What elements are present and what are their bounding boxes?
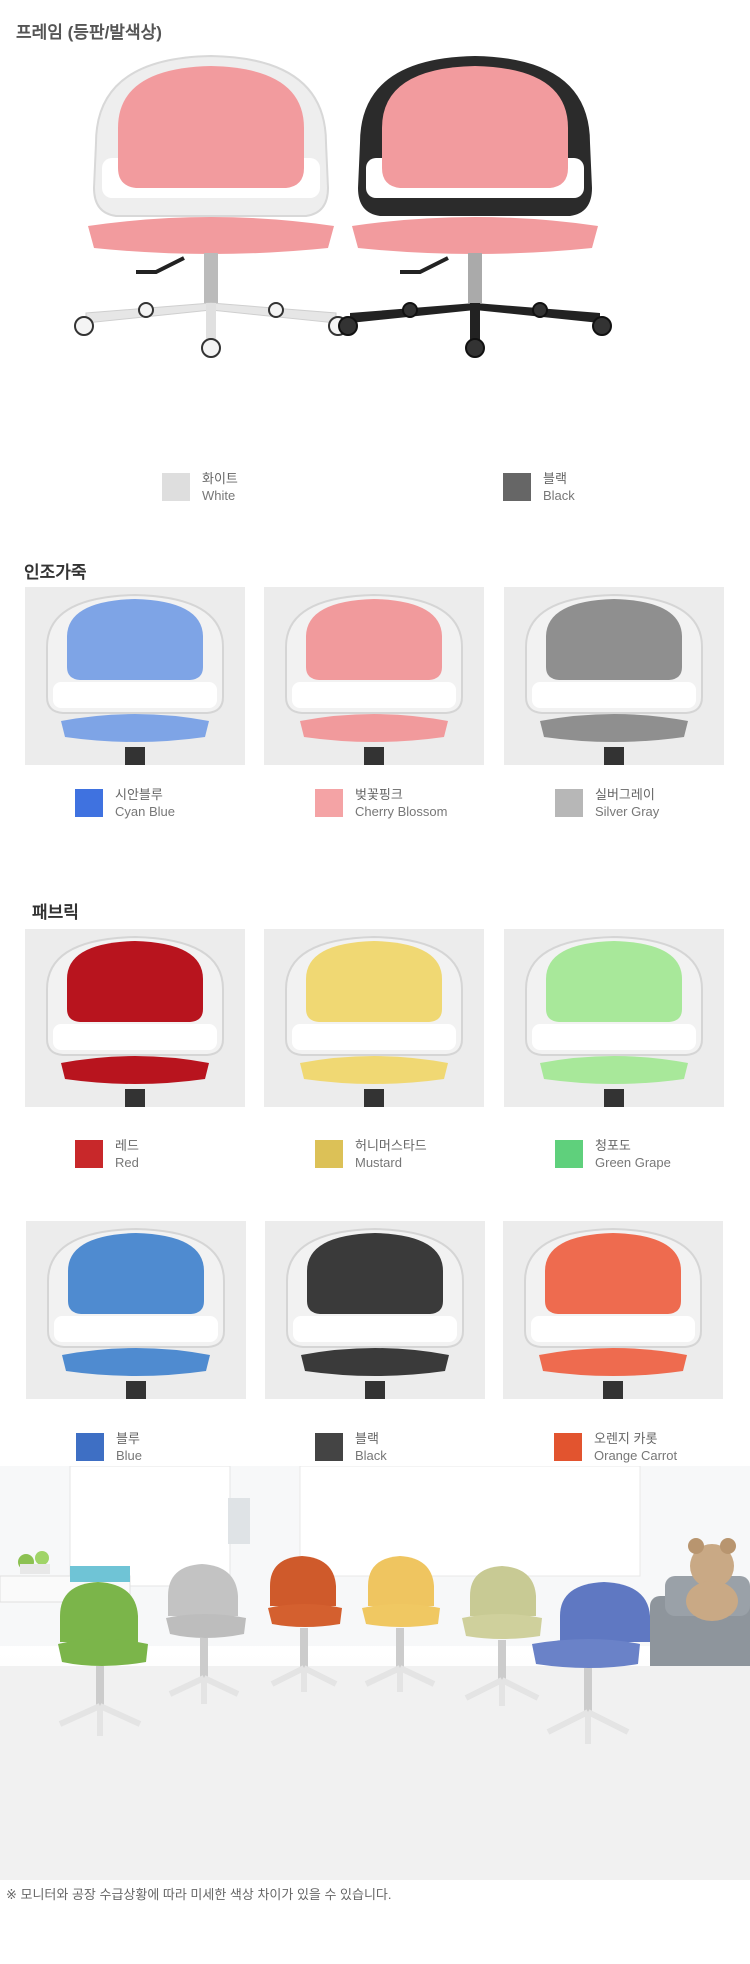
color-swatch-white <box>162 473 190 501</box>
color-swatch-orange-carrot <box>554 1433 582 1461</box>
option-label-en: Orange Carrot <box>594 1448 678 1463</box>
fabric-section-title: 패브릭 <box>32 903 79 922</box>
fabric-option-orange-carrot[interactable]: 오렌지 카롯 Orange Carrot <box>554 1430 677 1464</box>
chair-green-grape-image <box>525 935 703 1107</box>
color-swatch-black <box>315 1433 343 1461</box>
option-label-ko: 허니머스타드 <box>355 1138 427 1153</box>
leather-option-cherry-blossom[interactable]: 벚꽃핑크 Cherry Blossom <box>315 786 447 820</box>
leather-option-silver-gray[interactable]: 실버그레이 Silver Gray <box>555 786 659 820</box>
chair-cherry-blossom-image <box>285 593 463 765</box>
leather-section-title: 인조가죽 <box>24 563 87 582</box>
color-swatch-blue <box>76 1433 104 1461</box>
chair-black-image <box>286 1227 464 1399</box>
option-label-en: Black <box>543 488 575 503</box>
chair-red-image <box>46 935 224 1107</box>
option-label-ko: 화이트 <box>202 471 238 486</box>
fabric-option-green-grape[interactable]: 청포도 Green Grape <box>555 1137 671 1171</box>
footnote-text: ※ 모니터와 공장 수급상황에 따라 미세한 색상 차이가 있을 수 있습니다. <box>6 1887 392 1902</box>
color-swatch-green-grape <box>555 1140 583 1168</box>
fabric-tile-mustard[interactable] <box>264 929 484 1107</box>
chair-blue-image <box>47 1227 225 1399</box>
option-label-ko: 블랙 <box>543 471 567 486</box>
option-label-en: Black <box>355 1448 387 1463</box>
fabric-option-mustard[interactable]: 허니머스타드 Mustard <box>315 1137 427 1171</box>
chair-black-frame-image <box>338 56 612 358</box>
chair-white-frame-image <box>74 54 348 358</box>
lifestyle-room-photo <box>0 1466 750 1880</box>
option-label-ko: 오렌지 카롯 <box>594 1431 658 1446</box>
room-scene-illustration <box>0 1466 750 1880</box>
leather-tile-cyan-blue[interactable] <box>25 587 245 765</box>
color-swatch-silver-gray <box>555 789 583 817</box>
fabric-option-black[interactable]: 블랙 Black <box>315 1430 387 1464</box>
color-swatch-red <box>75 1140 103 1168</box>
leather-tile-cherry-blossom[interactable] <box>264 587 484 765</box>
fabric-tile-red[interactable] <box>25 929 245 1107</box>
frame-option-black[interactable]: 블랙 Black <box>503 470 575 504</box>
option-label-ko: 벚꽃핑크 <box>355 787 403 802</box>
frame-section-title: 프레임 (등판/발색상) <box>16 23 162 42</box>
option-label-ko: 실버그레이 <box>595 787 655 802</box>
option-label-ko: 레드 <box>115 1138 139 1153</box>
chair-cyan-blue-image <box>46 593 224 765</box>
option-label-ko: 블랙 <box>355 1431 379 1446</box>
option-label-en: Silver Gray <box>595 804 660 819</box>
fabric-tile-green-grape[interactable] <box>504 929 724 1107</box>
option-label-ko: 블루 <box>116 1431 140 1446</box>
option-label-ko: 청포도 <box>595 1138 631 1153</box>
chair-silver-gray-image <box>525 593 703 765</box>
option-label-en: White <box>202 488 236 503</box>
color-swatch-cherry-blossom <box>315 789 343 817</box>
option-label-ko: 시안블루 <box>115 787 163 802</box>
option-label-en: Blue <box>116 1448 143 1463</box>
color-swatch-mustard <box>315 1140 343 1168</box>
option-label-en: Cyan Blue <box>115 804 175 819</box>
color-swatch-cyan-blue <box>75 789 103 817</box>
option-label-en: Cherry Blossom <box>355 804 448 819</box>
fabric-option-blue[interactable]: 블루 Blue <box>76 1430 142 1464</box>
color-swatch-black <box>503 473 531 501</box>
chair-orange-carrot-image <box>524 1227 702 1399</box>
leather-option-cyan-blue[interactable]: 시안블루 Cyan Blue <box>75 786 175 820</box>
chair-mustard-image <box>285 935 463 1107</box>
option-label-en: Green Grape <box>595 1155 671 1170</box>
fabric-tile-black[interactable] <box>265 1221 485 1399</box>
fabric-tile-orange-carrot[interactable] <box>503 1221 723 1399</box>
option-label-en: Mustard <box>355 1155 402 1170</box>
fabric-option-red[interactable]: 레드 Red <box>75 1137 139 1171</box>
fabric-tile-blue[interactable] <box>26 1221 246 1399</box>
leather-tile-silver-gray[interactable] <box>504 587 724 765</box>
option-label-en: Red <box>115 1155 139 1170</box>
frame-option-white[interactable]: 화이트 White <box>162 470 238 504</box>
